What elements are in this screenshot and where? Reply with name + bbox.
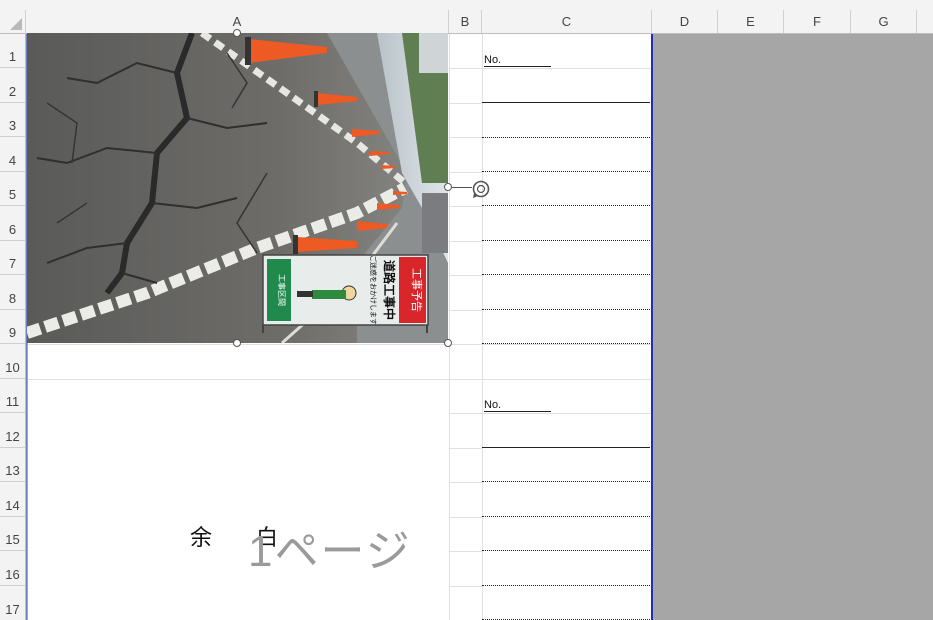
- row-header-12[interactable]: 12: [0, 413, 25, 448]
- row-header-17[interactable]: 17: [0, 586, 25, 620]
- select-all-button[interactable]: [0, 10, 26, 33]
- column-header-f[interactable]: F: [784, 10, 851, 33]
- c7-bottom-border: [482, 274, 650, 275]
- resize-handle-bottom[interactable]: [233, 339, 241, 347]
- gridline-row-9: [27, 344, 652, 345]
- page-break-right-line: [651, 34, 653, 620]
- gridline-row-2: [449, 103, 482, 104]
- road-construction-photo[interactable]: 工事予告 道路工事中 ご迷惑をおかけします 工事区間: [27, 33, 448, 343]
- c15-bottom-border: [482, 550, 650, 551]
- resize-handle-top[interactable]: [233, 29, 241, 37]
- construction-sign: 工事予告 道路工事中 ご迷惑をおかけします 工事区間: [262, 254, 429, 333]
- row-header-11[interactable]: 11: [0, 379, 25, 413]
- c14-bottom-border: [482, 516, 650, 517]
- c9-bottom-border: [482, 343, 650, 344]
- column-header-b[interactable]: B: [449, 10, 482, 33]
- row-header-1[interactable]: 1: [0, 34, 25, 68]
- gridline-row-7: [449, 275, 482, 276]
- c2-bottom-border: [482, 102, 650, 103]
- column-header-e[interactable]: E: [718, 10, 784, 33]
- row-header-2[interactable]: 2: [0, 68, 25, 103]
- gridline-row-15: [449, 551, 482, 552]
- column-header-g[interactable]: G: [851, 10, 917, 33]
- column-header-d[interactable]: D: [652, 10, 718, 33]
- gridline-row-12: [449, 448, 482, 449]
- gridline-row-5: [449, 206, 482, 207]
- cell-c1-no-underline: [484, 66, 551, 67]
- c6-bottom-border: [482, 240, 650, 241]
- gridline-row-14: [449, 517, 482, 518]
- c5-bottom-border: [482, 205, 650, 206]
- page-number-watermark: 1ページ: [248, 527, 412, 576]
- row-header-13[interactable]: 13: [0, 448, 25, 482]
- row-header-3[interactable]: 3: [0, 103, 25, 137]
- row-header-15[interactable]: 15: [0, 517, 25, 551]
- row-header-6[interactable]: 6: [0, 206, 25, 241]
- row-header-bar: 1 2 3 4 5 6 7 8 9 10 11 12 13 14 15 16 1…: [0, 34, 26, 620]
- row-header-16[interactable]: 16: [0, 551, 25, 586]
- resize-handle-bottom-right[interactable]: [444, 339, 452, 347]
- select-all-triangle-icon: [10, 18, 22, 30]
- c8-bottom-border: [482, 309, 650, 310]
- photo-image: 工事予告 道路工事中 ご迷惑をおかけします 工事区間: [27, 33, 448, 343]
- sign-sub-text: ご迷惑をおかけします: [369, 255, 378, 325]
- gridline-row-3: [449, 137, 482, 138]
- column-header-h-partial[interactable]: [917, 10, 933, 33]
- gridline-row-16: [449, 586, 482, 587]
- row-header-4[interactable]: 4: [0, 137, 25, 172]
- gridline-row-8: [449, 310, 482, 311]
- row-header-10[interactable]: 10: [0, 344, 25, 379]
- gridline-row-10: [27, 379, 652, 380]
- rotate-handle-icon[interactable]: [471, 179, 491, 199]
- row-header-9[interactable]: 9: [0, 310, 25, 344]
- cell-c1-no-label[interactable]: No.: [484, 54, 501, 66]
- gridline-col-b-c: [482, 34, 483, 620]
- sign-main-text: 道路工事中: [382, 260, 397, 320]
- gridline-col-a-b: [449, 34, 450, 620]
- row-header-8[interactable]: 8: [0, 275, 25, 310]
- row-header-7[interactable]: 7: [0, 241, 25, 275]
- sign-top-text: 工事予告: [410, 268, 423, 312]
- resize-handle-right[interactable]: [444, 183, 452, 191]
- rotate-handle-stem: [452, 187, 472, 188]
- cell-c11-no-label[interactable]: No.: [484, 399, 501, 411]
- c13-bottom-border: [482, 481, 650, 482]
- cell-c11-no-underline: [484, 411, 551, 412]
- row-header-14[interactable]: 14: [0, 482, 25, 517]
- c4-bottom-border: [482, 171, 650, 172]
- gridline-row-1: [449, 68, 652, 69]
- sign-arrow-text: 工事区間: [277, 274, 287, 306]
- c3-bottom-border: [482, 137, 650, 138]
- gridline-row-4: [449, 172, 482, 173]
- column-header-c[interactable]: C: [482, 10, 652, 33]
- c12-bottom-border: [482, 447, 650, 448]
- row-header-5[interactable]: 5: [0, 172, 25, 206]
- c16-bottom-border: [482, 585, 650, 586]
- gridline-row-13: [449, 482, 482, 483]
- gridline-row-6: [449, 241, 482, 242]
- gridline-row-11: [449, 413, 652, 414]
- column-header-bar: A B C D E F G: [0, 10, 933, 34]
